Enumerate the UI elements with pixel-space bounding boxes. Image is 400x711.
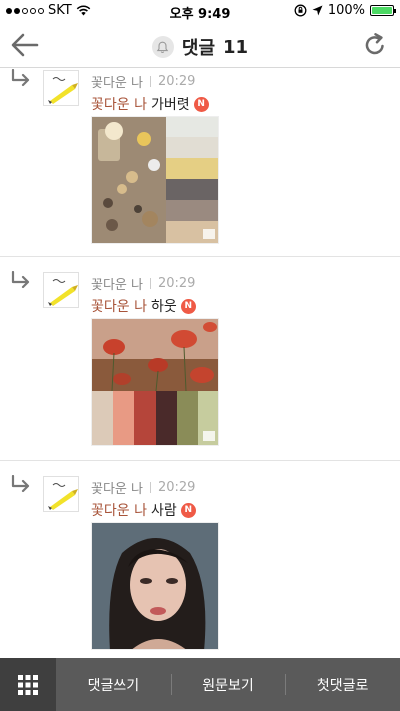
status-right: 100% — [294, 3, 396, 18]
mention-name[interactable]: 꽃다운 나 — [91, 500, 147, 520]
bell-icon[interactable] — [151, 36, 174, 58]
rotation-lock-icon — [294, 4, 307, 17]
pen-icon — [48, 77, 78, 104]
battery-percent: 100% — [327, 3, 365, 18]
new-badge: N — [180, 298, 196, 314]
poppy-palette-image — [92, 319, 218, 445]
comment-time: 20:29 — [157, 276, 196, 291]
comment-item: 꽃다운 나 20:29 꽃다운 나 가버렷 N — [0, 69, 400, 257]
page-title: 댓글 11 — [0, 34, 400, 60]
comment-meta: 꽃다운 나 20:29 — [91, 72, 195, 91]
comment-body: 꽃다운 나 하웃 N — [91, 296, 196, 316]
grid-icon — [18, 674, 38, 695]
nav-bar: 댓글 11 — [0, 22, 400, 68]
first-comment-button[interactable]: 첫댓글로 — [285, 658, 400, 711]
grid-menu-button[interactable] — [0, 658, 56, 711]
status-bar: SKT 오후 9:49 100% — [0, 0, 400, 22]
author-name[interactable]: 꽃다운 나 — [91, 72, 143, 91]
comment-photo[interactable] — [91, 318, 219, 446]
battery-icon — [370, 5, 396, 16]
comment-time: 20:29 — [157, 480, 196, 495]
comment-count: 11 — [223, 36, 249, 58]
comment-text: 하웃 — [150, 299, 177, 315]
avatar[interactable] — [43, 476, 79, 512]
bottom-toolbar: 댓글쓰기 원문보기 첫댓글로 — [0, 658, 400, 711]
comment-text: 사람 — [150, 503, 177, 519]
view-original-button[interactable]: 원문보기 — [170, 658, 286, 711]
author-name[interactable]: 꽃다운 나 — [91, 274, 143, 293]
pen-icon — [48, 483, 78, 510]
comment-text: 가버렷 — [150, 97, 190, 113]
author-name[interactable]: 꽃다운 나 — [91, 478, 143, 497]
comment-item: 꽃다운 나 20:29 꽃다운 나 사람 N — [0, 461, 400, 658]
new-badge: N — [193, 96, 209, 112]
reply-arrow-icon — [11, 271, 30, 289]
reply-arrow-icon — [11, 69, 30, 87]
comment-photo[interactable] — [91, 522, 219, 650]
reply-arrow-icon — [11, 475, 30, 493]
mention-name[interactable]: 꽃다운 나 — [91, 296, 147, 316]
comment-body: 꽃다운 나 사람 N — [91, 500, 196, 520]
comment-item: 꽃다운 나 20:29 꽃다운 나 하웃 N — [0, 257, 400, 461]
comment-time: 20:29 — [157, 74, 196, 89]
mention-name[interactable]: 꽃다운 나 — [91, 94, 147, 114]
avatar[interactable] — [43, 70, 79, 106]
refresh-icon[interactable] — [362, 32, 388, 58]
palette-image — [92, 117, 218, 243]
portrait-image — [92, 523, 218, 649]
avatar[interactable] — [43, 272, 79, 308]
comment-photo[interactable] — [91, 116, 219, 244]
pen-icon — [48, 279, 78, 306]
comment-meta: 꽃다운 나 20:29 — [91, 274, 195, 293]
new-badge: N — [180, 502, 196, 518]
title-label: 댓글 — [181, 38, 216, 59]
location-icon — [312, 5, 323, 16]
comment-meta: 꽃다운 나 20:29 — [91, 478, 195, 497]
comment-list[interactable]: 꽃다운 나 20:29 꽃다운 나 가버렷 N 꽃다운 나 20:29 꽃다운 … — [0, 69, 400, 658]
write-comment-button[interactable]: 댓글쓰기 — [56, 658, 171, 711]
comment-body: 꽃다운 나 가버렷 N — [91, 94, 209, 114]
